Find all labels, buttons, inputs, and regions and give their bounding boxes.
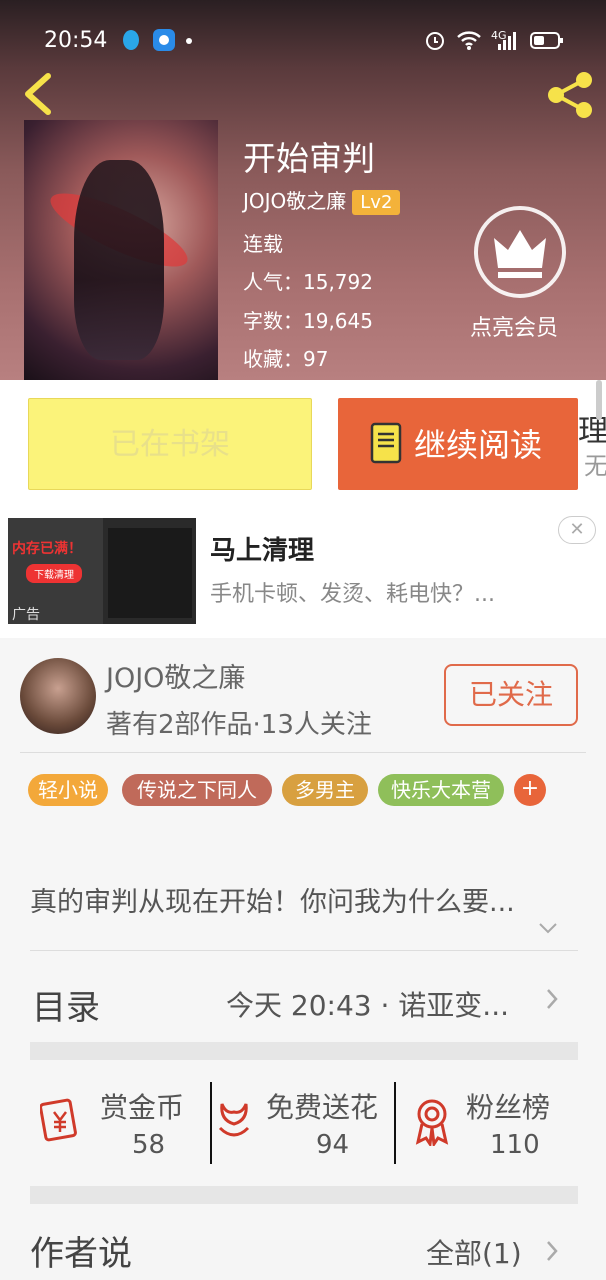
continue-reading-button[interactable]: 继续阅读 [338,398,578,490]
book-popularity: 人气：15,792 [243,270,373,294]
reward-label: 赏金币 [100,1091,185,1124]
medal-icon [415,1099,449,1146]
followed-button[interactable]: 已关注 [444,664,578,726]
flower-icon [218,1103,250,1137]
in-shelf-button[interactable]: 已在书架 [28,398,312,490]
wifi-icon [457,31,481,50]
chevron-right-icon [547,989,558,1009]
red-envelope-icon [40,1098,77,1142]
ad-tag: 广告 [12,607,40,623]
book-details: JOJO敬之廉 著有2部作品·13人关注 已关注 轻小说 传说之下同人 多男主 … [0,640,606,1240]
signal-icon [498,32,516,50]
ad-image-button: 下载清理 [26,564,82,583]
book-title: 开始审判 [243,139,375,178]
reward-label: 粉丝榜 [466,1091,551,1124]
divider [30,950,578,951]
avatar[interactable] [20,658,96,734]
section-divider [30,1042,578,1060]
divider [394,1082,396,1164]
alarm-icon [426,32,444,50]
reward-fans-button[interactable]: 粉丝榜 110 [400,1080,578,1166]
ad-close-button[interactable]: ✕ [558,516,596,544]
tag-item[interactable]: 轻小说 [28,774,108,806]
reward-value: 58 [132,1130,166,1160]
ad-image: 内存已满！ 下载清理 广告 [8,518,196,624]
book-author-line: JOJO敬之廉 Lv2 [243,185,401,215]
section-divider [30,1186,578,1204]
clipped-subtext: 无 [584,452,606,480]
app-icon [153,29,175,51]
reward-value: 110 [490,1130,540,1160]
book-header: 20:54 4G 开始审判 JOJO敬之廉 Lv2 连载 人气：15,792 字数… [0,0,606,380]
vip-label[interactable]: 点亮会员 [470,310,558,342]
status-bar: 20:54 4G [0,0,606,62]
reward-row: 赏金币 58 免费送花 94 粉丝榜 110 [30,1080,578,1170]
author-name[interactable]: JOJO敬之廉 [106,656,245,695]
toc-label: 目录 [32,988,100,1028]
tag-item[interactable]: 多男主 [282,774,368,806]
author-stats: 著有2部作品·13人关注 [106,710,372,740]
reward-gold-button[interactable]: 赏金币 58 [30,1080,210,1166]
divider [20,752,586,753]
crown-icon [494,230,546,278]
book-words: 字数：19,645 [243,309,373,333]
ad-image-text: 内存已满！ [12,541,82,557]
ad-banner[interactable]: 内存已满！ 下载清理 广告 马上清理 手机卡顿、发烫、耗电快？... ✕ [0,510,606,638]
tag-item[interactable]: 传说之下同人 [122,774,272,806]
author-says-label: 作者说 [30,1234,132,1274]
ad-title: 马上清理 [210,536,315,566]
ad-description: 手机卡顿、发烫、耗电快？... [210,582,495,607]
chevron-right-icon [547,1241,558,1261]
tag-item[interactable]: 快乐大本营 [378,774,504,806]
vip-button[interactable] [474,206,566,298]
tag-more-button[interactable]: + [514,774,546,806]
book-collections: 收藏：97 [243,347,329,371]
toc-latest-update: 今天 20:43 · 诺亚变... [226,989,509,1022]
qq-icon [123,30,139,50]
reward-label: 免费送花 [266,1091,379,1124]
status-time: 20:54 [44,28,108,53]
share-icon[interactable] [546,70,596,120]
book-icon [370,422,402,464]
dot-icon [186,38,192,44]
back-icon[interactable] [18,70,58,118]
continue-reading-label: 继续阅读 [414,426,543,464]
level-badge: Lv2 [352,190,401,215]
reward-value: 94 [316,1130,350,1160]
action-bar: 已在书架 继续阅读 理 无 [0,380,606,510]
author-says-all: 全部(1) [426,1237,522,1270]
book-author[interactable]: JOJO敬之廉 [243,189,346,213]
scrollbar[interactable] [596,380,602,420]
book-cover[interactable] [24,120,218,380]
divider [210,1082,212,1164]
reward-flower-button[interactable]: 免费送花 94 [214,1080,394,1166]
battery-icon [530,32,563,49]
book-intro[interactable]: 真的审判从现在开始！你问我为什么要... [30,880,515,919]
book-status: 连载 [243,232,283,256]
chevron-down-icon[interactable] [538,922,558,934]
